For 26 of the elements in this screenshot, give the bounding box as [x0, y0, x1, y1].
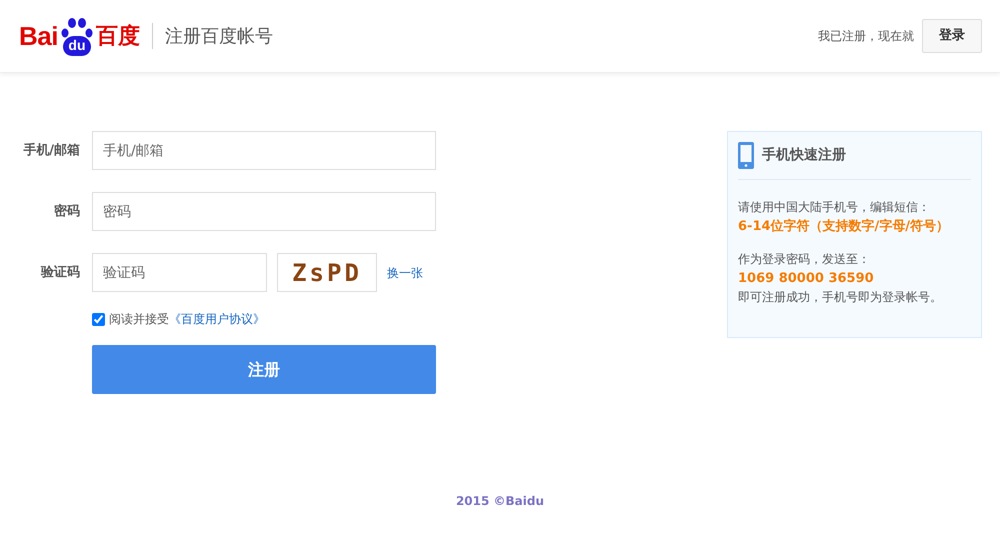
highlight-text: 6-14位字符（支持数字/字母/符号） — [738, 218, 950, 236]
agree-checkbox[interactable] — [92, 312, 105, 326]
field-label: 验证码 — [40, 264, 80, 282]
agreement-text: 阅读并接受《百度用户协议》 — [109, 311, 265, 328]
info-text: 请使用中国大陆手机号，编辑短信： — [738, 199, 931, 216]
info-text: 作为登录密码，发送至： — [738, 251, 871, 268]
panel-title: 手机快速注册 — [762, 146, 846, 165]
logo-text: 百度 — [96, 22, 140, 50]
refresh-link[interactable]: 换一张 — [387, 264, 423, 282]
input-field[interactable]: 密码 — [92, 192, 436, 231]
phone-icon — [738, 142, 754, 169]
login-button[interactable]: 登录 — [922, 19, 982, 53]
register-button[interactable]: 注册 — [92, 345, 436, 394]
page-title: 注册百度帐号 — [164, 24, 273, 48]
field-label: 密码 — [53, 202, 80, 221]
logo-text: du — [62, 36, 91, 56]
input-field[interactable]: 验证码 — [92, 253, 267, 292]
login-prompt: 我已注册，现在就 — [818, 28, 914, 45]
input-field[interactable]: 手机/邮箱 — [92, 131, 436, 170]
info-text: 即可注册成功，手机号即为登录帐号。 — [738, 289, 943, 306]
captcha-image: ZsPD — [277, 253, 377, 292]
logo-text: Bai — [19, 20, 58, 52]
highlight-text: 1069 80000 36590 — [738, 270, 875, 288]
field-label: 手机/邮箱 — [22, 142, 80, 160]
copyright-text: 2015 ©Baidu — [456, 494, 544, 508]
agreement-link[interactable]: 《百度用户协议》 — [169, 312, 265, 326]
